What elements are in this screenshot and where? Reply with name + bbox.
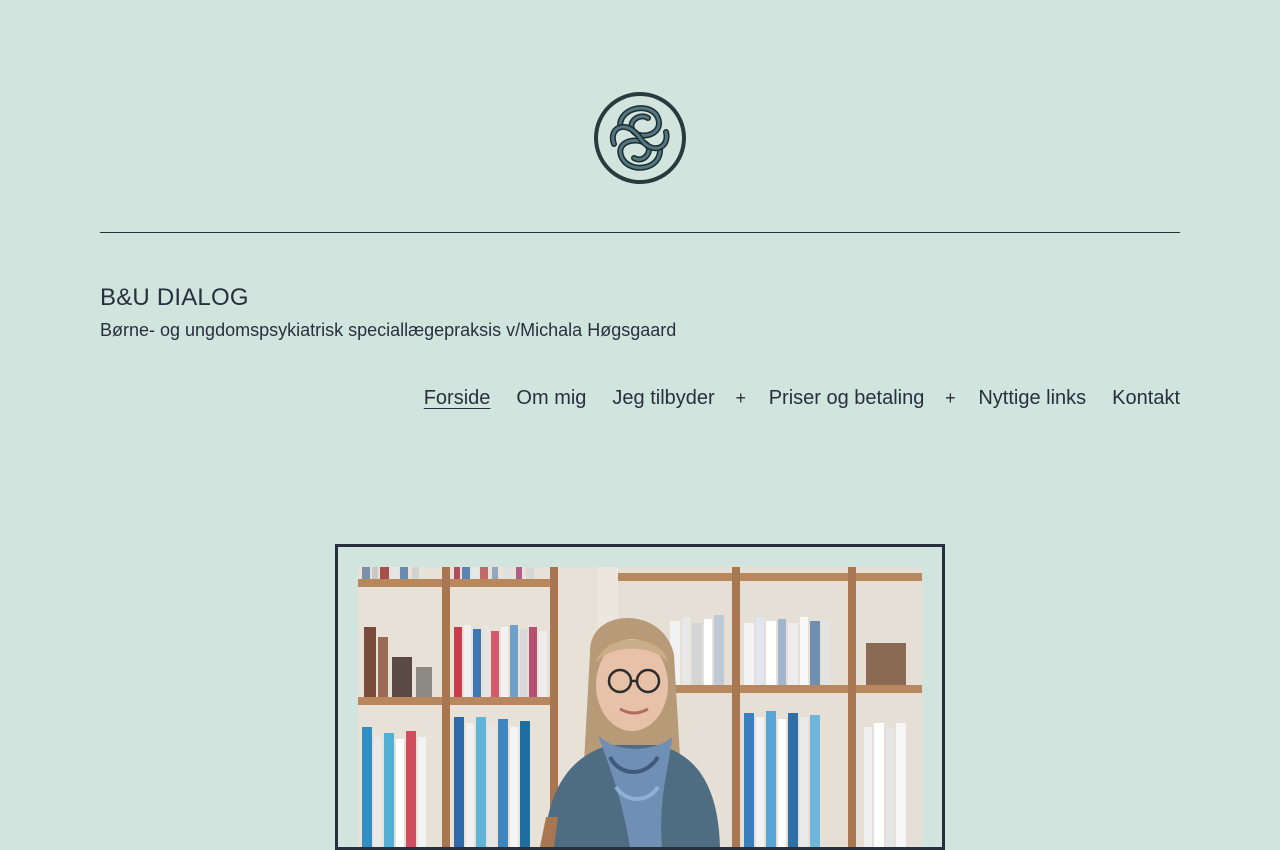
header-divider (100, 232, 1180, 233)
site-title[interactable]: B&U DIALOG (100, 283, 249, 313)
celtic-knot-logo-icon (594, 92, 686, 184)
submenu-toggle-plus-icon[interactable]: + (731, 384, 751, 412)
nav-item-priser-og-betaling[interactable]: Priser og betaling (769, 384, 925, 412)
nav-item-jeg-tilbyder[interactable]: Jeg tilbyder (612, 384, 714, 412)
site-tagline: Børne- og ungdomspsykiatrisk speciallæge… (100, 320, 677, 340)
site-logo[interactable] (590, 88, 690, 188)
nav-item-kontakt[interactable]: Kontakt (1112, 384, 1180, 412)
nav-item-forside[interactable]: Forside (424, 384, 491, 412)
portrait-photo-illustration (358, 567, 922, 847)
primary-navigation: Forside Om mig Jeg tilbyder + Priser og … (424, 384, 1180, 412)
portrait-photo (358, 567, 922, 847)
hero-image-frame (335, 544, 945, 850)
nav-item-om-mig[interactable]: Om mig (516, 384, 586, 412)
submenu-toggle-plus-icon[interactable]: + (940, 384, 960, 412)
nav-item-nyttige-links[interactable]: Nyttige links (978, 384, 1086, 412)
